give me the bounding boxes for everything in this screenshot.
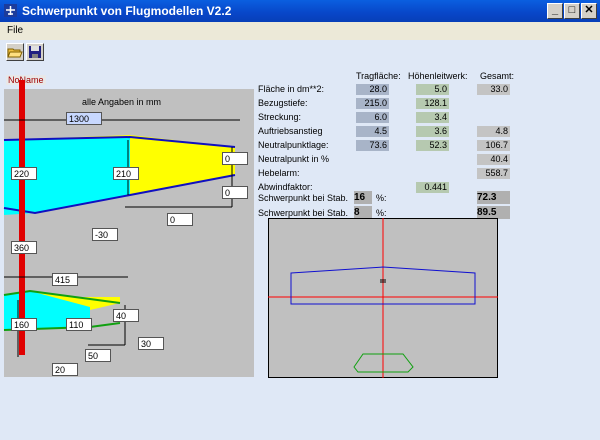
- open-button[interactable]: [6, 43, 24, 61]
- wing-offset-input[interactable]: -30: [92, 228, 118, 241]
- tail-value: 3.6: [416, 126, 449, 137]
- total-value: 106.7: [477, 140, 510, 151]
- wing-span-input[interactable]: 1300: [66, 112, 102, 125]
- total-value: 558.7: [477, 168, 510, 179]
- row-label: Bezugstiefe:: [258, 98, 308, 108]
- units-note: alle Angaben in mm: [82, 97, 162, 107]
- wing-mid-chord-input[interactable]: 210: [113, 167, 139, 180]
- wing-value: 6.0: [356, 112, 389, 123]
- open-folder-icon: [7, 48, 23, 58]
- toolbar: [0, 40, 600, 65]
- tail-mid-chord-input[interactable]: 110: [66, 318, 92, 331]
- total-value: 40.4: [477, 154, 510, 165]
- tail-lower-input[interactable]: 20: [52, 363, 78, 376]
- tail-value: 128.1: [416, 98, 449, 109]
- header-tail: Höhenleitwerk:: [408, 71, 468, 81]
- planform-diagram: [3, 80, 240, 357]
- header-total: Gesamt:: [480, 71, 515, 81]
- row-label: Auftriebsanstieg: [258, 126, 323, 136]
- tail-value: 52.3: [416, 140, 449, 151]
- header-wing: Tragfläche:: [356, 71, 401, 81]
- wing-value: 28.0: [356, 84, 389, 95]
- cg-unit-2: %:: [376, 208, 387, 218]
- tail-value: 5.0: [416, 84, 449, 95]
- row-label: Neutralpunkt in %: [258, 154, 330, 164]
- row-label: Fläche in dm**2:: [258, 84, 325, 94]
- maximize-button[interactable]: □: [564, 3, 580, 19]
- fuselage-bar: [19, 80, 25, 355]
- wing-value: 4.5: [356, 126, 389, 137]
- floppy-disk-icon: [29, 46, 41, 58]
- tail-tip-chord-input[interactable]: 40: [113, 309, 139, 322]
- cg-stability-1[interactable]: 16: [354, 191, 372, 204]
- tail-sweep-input[interactable]: 50: [85, 349, 111, 362]
- tail-value: 3.4: [416, 112, 449, 123]
- wing-tip-bottom-input[interactable]: 0: [222, 186, 248, 199]
- row-label: Hebelarm:: [258, 168, 300, 178]
- total-value: 33.0: [477, 84, 510, 95]
- tail-root-chord-input[interactable]: 160: [11, 318, 37, 331]
- top-view-preview: [268, 218, 498, 378]
- cg-label-2: Schwerpunkt bei Stab.: [258, 208, 349, 218]
- close-button[interactable]: ✕: [581, 3, 597, 19]
- menu-bar: File: [0, 22, 600, 41]
- row-label: Abwindfaktor:: [258, 182, 313, 192]
- total-value: 4.8: [477, 126, 510, 137]
- cg-unit-1: %:: [376, 193, 387, 203]
- menu-file[interactable]: File: [7, 25, 23, 36]
- wing-value: 215.0: [356, 98, 389, 109]
- app-icon: [4, 4, 17, 17]
- fuselage-position-input[interactable]: 360: [11, 241, 37, 254]
- tail-tip-offset-input[interactable]: 30: [138, 337, 164, 350]
- save-button[interactable]: [26, 43, 44, 61]
- minimize-button[interactable]: _: [547, 3, 563, 19]
- title-bar: Schwerpunkt von Flugmodellen V2.2 _ □ ✕: [0, 0, 600, 22]
- row-label: Neutralpunktlage:: [258, 140, 329, 150]
- wing-sweep-input[interactable]: 0: [167, 213, 193, 226]
- tail-value: 0.441: [416, 182, 449, 193]
- tail-span-input[interactable]: 415: [52, 273, 78, 286]
- wing-tip-top-input[interactable]: 0: [222, 152, 248, 165]
- cg-value-1: 72.3: [477, 191, 510, 204]
- row-label: Streckung:: [258, 112, 302, 122]
- wing-value: 73.6: [356, 140, 389, 151]
- wing-root-chord-input[interactable]: 220: [11, 167, 37, 180]
- window-title: Schwerpunkt von Flugmodellen V2.2: [22, 4, 232, 18]
- cg-label-1: Schwerpunkt bei Stab.: [258, 193, 349, 203]
